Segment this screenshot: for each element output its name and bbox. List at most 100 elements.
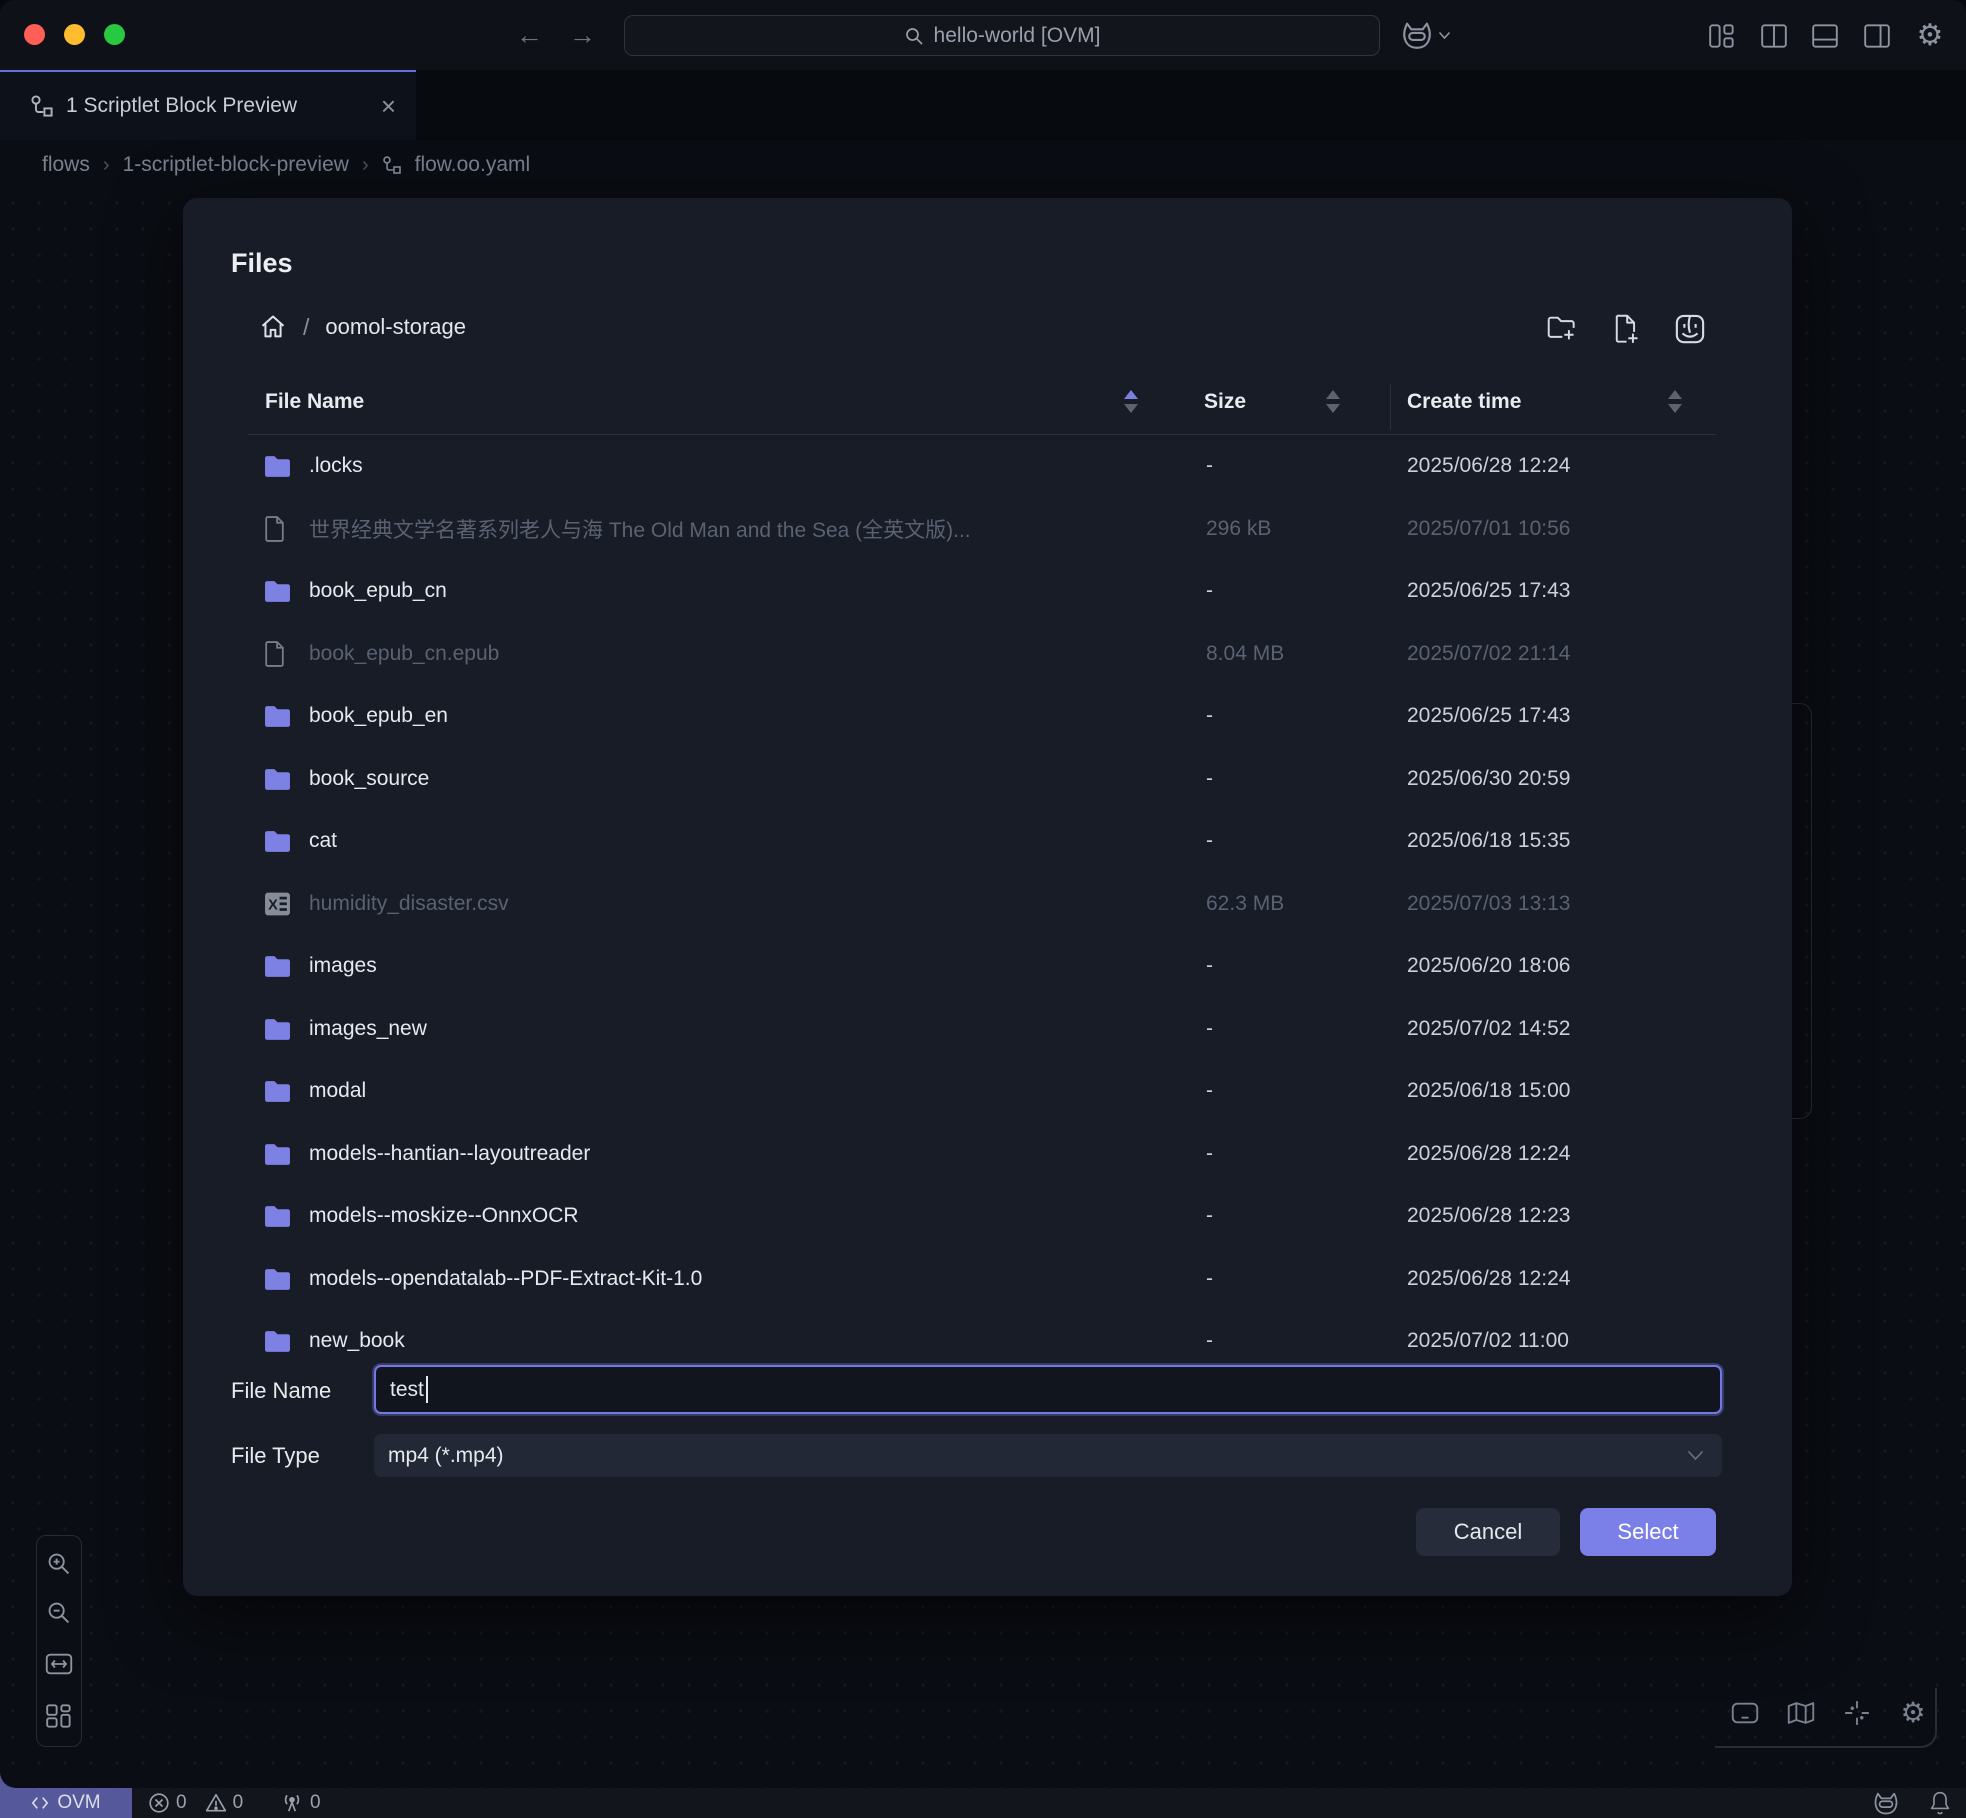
table-row[interactable]: X models--hantian--layoutreader - 2025/0… <box>248 1123 1716 1186</box>
file-size: - <box>1206 1204 1213 1228</box>
settings-button[interactable]: ⚙ <box>1912 18 1948 54</box>
folder-icon <box>264 955 291 977</box>
breadcrumb-item-flows[interactable]: flows <box>42 153 90 177</box>
file-created: 2025/06/28 12:24 <box>1407 454 1571 478</box>
panel-bottom-icon <box>1812 24 1838 48</box>
file-name: models--opendatalab--PDF-Extract-Kit-1.0 <box>309 1267 702 1291</box>
flow-canvas: Files / oomol-storage File Name Size Cre… <box>0 190 1966 1788</box>
sort-control-filename[interactable] <box>1124 390 1138 420</box>
table-row[interactable]: X images_new - 2025/07/02 14:52 <box>248 998 1716 1061</box>
file-name: models--hantian--layoutreader <box>309 1142 590 1166</box>
titlebar: ← → hello-world [OVM] ⚙ <box>0 0 1966 70</box>
fit-view-button[interactable] <box>44 1649 74 1679</box>
warning-count: 0 <box>233 1792 244 1814</box>
assistant-menu-button[interactable] <box>1400 14 1462 56</box>
table-row[interactable]: X book_epub_en - 2025/06/25 17:43 <box>248 685 1716 748</box>
window-close-button[interactable] <box>24 24 45 45</box>
gear-icon: ⚙ <box>1900 1699 1925 1727</box>
column-header-createtime[interactable]: Create time <box>1407 390 1521 414</box>
map-icon <box>1787 1701 1815 1725</box>
table-row[interactable]: X book_source - 2025/06/30 20:59 <box>248 748 1716 811</box>
auto-layout-button[interactable] <box>44 1701 74 1731</box>
filetype-label: File Type <box>231 1443 320 1469</box>
new-folder-icon <box>1547 315 1577 343</box>
column-header-filename[interactable]: File Name <box>265 390 364 414</box>
components-icon <box>1709 24 1735 48</box>
canvas-settings-button[interactable]: ⚙ <box>1896 1696 1930 1730</box>
file-created: 2025/06/20 18:06 <box>1407 954 1571 978</box>
folder-icon <box>264 830 291 852</box>
tab-close-icon[interactable]: × <box>381 93 396 119</box>
sort-control-size[interactable] <box>1326 390 1340 420</box>
filetype-select[interactable]: mp4 (*.mp4) <box>374 1434 1722 1477</box>
ports-indicator[interactable]: 0 <box>280 1792 321 1814</box>
file-created: 2025/06/28 12:24 <box>1407 1267 1571 1291</box>
forward-arrow-icon[interactable]: → <box>569 20 596 51</box>
home-icon[interactable] <box>259 313 287 341</box>
remote-indicator[interactable]: OVM <box>0 1788 132 1818</box>
problems-indicator[interactable]: 0 0 <box>148 1792 243 1814</box>
panel-right-button[interactable] <box>1859 18 1895 54</box>
file-name: book_source <box>309 767 429 791</box>
components-layout-button[interactable] <box>1704 18 1740 54</box>
table-row[interactable]: X 世界经典文学名著系列老人与海 The Old Man and the Sea… <box>248 498 1716 561</box>
file-name: cat <box>309 829 337 853</box>
folder-icon <box>264 1018 291 1040</box>
column-header-size[interactable]: Size <box>1204 390 1246 414</box>
file-table-body: X .locks - 2025/06/28 12:24 X 世界经典文学名著系列… <box>248 435 1716 1353</box>
file-created: 2025/06/28 12:24 <box>1407 1142 1571 1166</box>
file-size: - <box>1206 1329 1213 1353</box>
zoom-in-button[interactable] <box>44 1549 74 1579</box>
path-current-folder[interactable]: oomol-storage <box>325 314 466 340</box>
open-in-finder-button[interactable] <box>1671 310 1709 348</box>
collapse-center-icon <box>1844 1700 1870 1726</box>
flow-icon <box>382 155 402 175</box>
center-view-button[interactable] <box>1840 1696 1874 1730</box>
console-toggle-button[interactable] <box>1728 1696 1762 1730</box>
sort-control-createtime[interactable] <box>1668 390 1682 420</box>
window-maximize-button[interactable] <box>104 24 125 45</box>
fit-width-icon <box>45 1652 73 1676</box>
svg-text:X: X <box>268 897 278 913</box>
dialog-title: Files <box>231 248 293 279</box>
bell-icon[interactable] <box>1928 1790 1952 1816</box>
file-name: humidity_disaster.csv <box>309 892 509 916</box>
breadcrumb-separator: › <box>362 154 369 177</box>
file-size: - <box>1206 829 1213 853</box>
table-row[interactable]: X models--opendatalab--PDF-Extract-Kit-1… <box>248 1248 1716 1311</box>
table-row[interactable]: X .locks - 2025/06/28 12:24 <box>248 435 1716 498</box>
tab-scriptlet-block-preview[interactable]: 1 Scriptlet Block Preview × <box>0 70 416 140</box>
new-file-icon <box>1612 314 1640 344</box>
table-row[interactable]: X modal - 2025/06/18 15:00 <box>248 1060 1716 1123</box>
table-row[interactable]: X new_book - 2025/07/02 11:00 <box>248 1310 1716 1353</box>
table-row[interactable]: X models--moskize--OnnxOCR - 2025/06/28 … <box>248 1185 1716 1248</box>
file-created: 2025/06/25 17:43 <box>1407 579 1571 603</box>
zoom-out-button[interactable] <box>44 1598 74 1628</box>
table-row[interactable]: X humidity_disaster.csv 62.3 MB 2025/07/… <box>248 873 1716 936</box>
select-button[interactable]: Select <box>1580 1508 1716 1556</box>
search-text: hello-world [OVM] <box>934 24 1101 48</box>
window-minimize-button[interactable] <box>64 24 85 45</box>
table-row[interactable]: X book_epub_cn - 2025/06/25 17:43 <box>248 560 1716 623</box>
command-search-input[interactable]: hello-world [OVM] <box>624 15 1380 56</box>
panel-bottom-button[interactable] <box>1807 18 1843 54</box>
table-row[interactable]: X images - 2025/06/20 18:06 <box>248 935 1716 998</box>
table-row[interactable]: X cat - 2025/06/18 15:35 <box>248 810 1716 873</box>
cancel-button[interactable]: Cancel <box>1416 1508 1560 1556</box>
minimap-button[interactable] <box>1784 1696 1818 1730</box>
file-size: - <box>1206 767 1213 791</box>
file-created: 2025/07/02 21:14 <box>1407 642 1571 666</box>
filename-input[interactable]: test <box>374 1365 1722 1414</box>
filename-value: test <box>390 1378 424 1402</box>
breadcrumb-item-flow-folder[interactable]: 1-scriptlet-block-preview <box>123 153 349 177</box>
broadcast-tower-icon <box>280 1792 304 1814</box>
breadcrumb-item-file[interactable]: flow.oo.yaml <box>415 153 531 177</box>
file-size: 8.04 MB <box>1206 642 1284 666</box>
cat-mascot-icon[interactable] <box>1872 1789 1900 1817</box>
new-file-button[interactable] <box>1607 310 1645 348</box>
split-columns-button[interactable] <box>1756 18 1792 54</box>
file-size: - <box>1206 1142 1213 1166</box>
new-folder-button[interactable] <box>1543 310 1581 348</box>
back-arrow-icon[interactable]: ← <box>516 20 543 51</box>
table-row[interactable]: X book_epub_cn.epub 8.04 MB 2025/07/02 2… <box>248 623 1716 686</box>
